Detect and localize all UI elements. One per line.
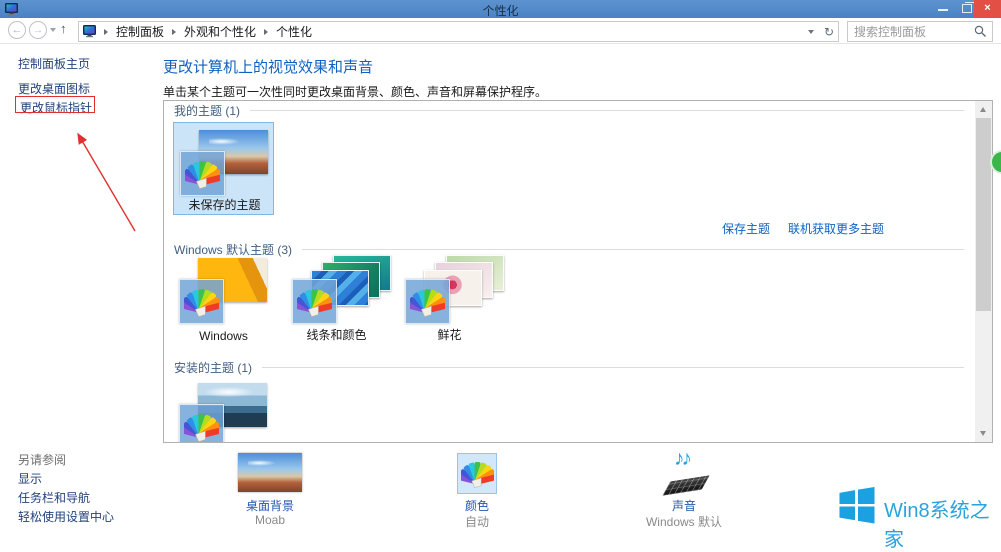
group-header-my-themes: 我的主题 (1) — [174, 103, 964, 118]
get-more-themes-link[interactable]: 联机获取更多主题 — [788, 220, 884, 237]
search-box — [847, 21, 993, 42]
see-also-taskbar-navigation[interactable]: 任务栏和导航 — [18, 489, 90, 506]
theme-thumbnail — [173, 251, 274, 325]
desktop-background-thumbnail[interactable] — [238, 453, 302, 492]
sidebar-item-control-panel-home[interactable]: 控制面板主页 — [18, 55, 90, 72]
theme-name: 未保存的主题 — [168, 196, 281, 213]
theme-thumbnail — [286, 251, 387, 325]
theme-name: 鲜花 — [393, 326, 506, 343]
sound-icon[interactable]: ♪♪ — [664, 451, 712, 495]
up-button[interactable]: ↑ — [60, 21, 67, 36]
breadcrumb-separator-icon — [264, 29, 268, 35]
group-header-rule — [302, 249, 964, 250]
maximize-button[interactable] — [962, 4, 972, 13]
theme-fan-icon — [292, 279, 337, 324]
breadcrumb-personalization[interactable]: 个性化 — [276, 23, 312, 40]
group-header-rule — [262, 367, 964, 368]
page-title: 更改计算机上的视觉效果和声音 — [163, 56, 373, 77]
theme-fan-icon — [179, 404, 224, 443]
minimize-button[interactable] — [938, 9, 948, 11]
location-icon — [83, 25, 96, 38]
color-link[interactable]: 颜色 — [437, 497, 517, 514]
search-icon[interactable] — [974, 25, 987, 38]
group-header-installed-themes-label: 安装的主题 (1) — [174, 359, 252, 376]
scroll-up-icon[interactable] — [975, 101, 992, 118]
title-bar: 个性化 × — [0, 0, 1001, 18]
sidebar-item-change-desktop-icons[interactable]: 更改桌面图标 — [18, 80, 90, 97]
close-button[interactable]: × — [974, 0, 1001, 18]
page-subtitle: 单击某个主题可一次性同时更改桌面背景、颜色、声音和屏幕保护程序。 — [163, 83, 547, 100]
theme-installed[interactable] — [173, 376, 274, 443]
annotation-highlight-box — [15, 96, 95, 113]
group-header-rule — [250, 110, 964, 111]
theme-thumbnail — [399, 251, 500, 325]
theme-lines-and-colors[interactable]: 线条和颜色 — [286, 251, 387, 344]
windows-logo-icon — [838, 487, 876, 524]
theme-name: 线条和颜色 — [280, 326, 393, 343]
speaker-base-icon — [662, 475, 710, 496]
see-also-display[interactable]: 显示 — [18, 470, 42, 487]
scrollbar-thumb[interactable] — [976, 118, 991, 311]
theme-fan-icon — [180, 151, 225, 196]
see-also-ease-of-access[interactable]: 轻松使用设置中心 — [18, 508, 114, 525]
desktop-background-link[interactable]: 桌面背景 — [218, 497, 322, 514]
theme-thumbnail — [173, 376, 274, 443]
vertical-scrollbar[interactable] — [975, 101, 992, 442]
breadcrumb-appearance[interactable]: 外观和个性化 — [184, 23, 256, 40]
theme-fan-icon — [405, 279, 450, 324]
recent-pages-dropdown-icon[interactable] — [50, 28, 56, 32]
window-title: 个性化 — [0, 2, 1001, 19]
breadcrumb-separator-icon — [172, 29, 176, 35]
search-input[interactable] — [848, 22, 972, 41]
watermark-text: Win8系统之家 — [884, 494, 1001, 552]
sound-value: Windows 默认 — [629, 513, 739, 530]
themes-panel: 我的主题 (1) 未保存的主题 保存主题 联机获取更多主题 Windows 默认… — [163, 100, 993, 443]
scroll-down-icon[interactable] — [975, 425, 992, 442]
theme-name: Windows — [167, 329, 280, 343]
sound-link[interactable]: 声音 — [640, 497, 728, 514]
refresh-icon[interactable]: ↻ — [824, 25, 834, 39]
desktop-background-value: Moab — [218, 513, 322, 527]
forward-button[interactable]: → — [29, 21, 47, 39]
breadcrumb-separator-icon — [104, 29, 108, 35]
theme-thumbnail — [174, 123, 275, 197]
theme-unsaved[interactable]: 未保存的主题 — [173, 122, 274, 215]
address-bar[interactable]: 控制面板 外观和个性化 个性化 ↻ — [78, 21, 839, 42]
theme-fan-icon — [179, 279, 224, 324]
save-theme-link[interactable]: 保存主题 — [722, 220, 770, 237]
address-dropdown-icon[interactable] — [808, 30, 814, 34]
back-button[interactable]: ← — [8, 21, 26, 39]
breadcrumb-control-panel[interactable]: 控制面板 — [116, 23, 164, 40]
color-value: 自动 — [437, 513, 517, 530]
navigation-toolbar: ← → ↑ 控制面板 外观和个性化 个性化 ↻ — [0, 18, 1001, 44]
color-icon[interactable] — [457, 453, 497, 494]
music-notes-icon: ♪♪ — [674, 447, 689, 471]
see-also-title: 另请参阅 — [18, 451, 66, 468]
group-header-installed-themes: 安装的主题 (1) — [174, 360, 964, 375]
theme-flowers[interactable]: 鲜花 — [399, 251, 500, 344]
theme-windows[interactable]: Windows — [173, 251, 274, 344]
group-header-my-themes-label: 我的主题 (1) — [174, 102, 240, 119]
